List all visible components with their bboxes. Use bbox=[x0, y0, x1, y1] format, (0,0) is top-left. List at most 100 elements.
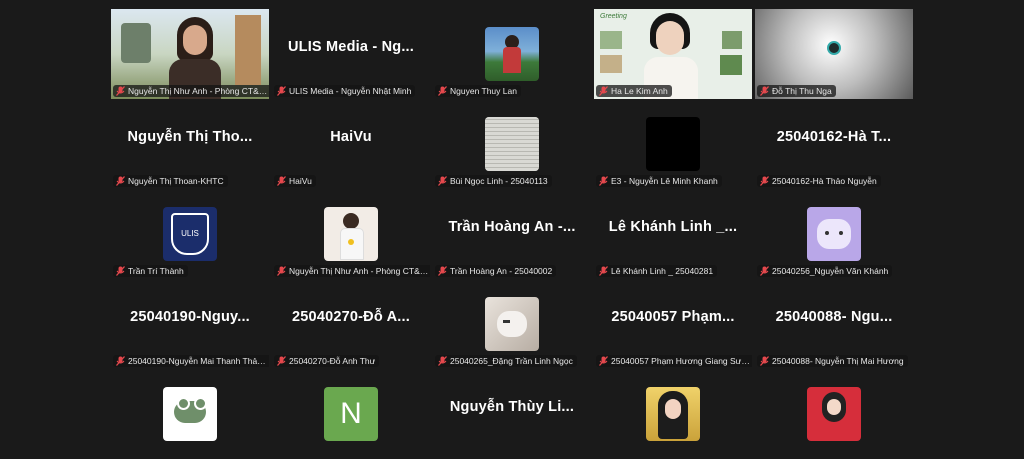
participant-label-text: Đỗ Thị Thu Nga bbox=[772, 86, 832, 96]
muted-mic-icon bbox=[760, 266, 769, 276]
avatar bbox=[163, 387, 217, 441]
participant-name-label: Nguyễn Thị Như Anh - Phòng CT&CT... bbox=[113, 85, 269, 97]
participant-name-label: Trần Trí Thành bbox=[113, 265, 188, 277]
participant-name-label: Lê Khánh Linh _ 25040281 bbox=[596, 265, 718, 277]
participant-label-text: Nguyễn Thị Như Anh - Phòng CT&CT... bbox=[128, 86, 268, 96]
participant-tile[interactable]: 25040270-Đỗ A... 25040270-Đỗ Anh Thư bbox=[272, 279, 430, 369]
avatar: N bbox=[324, 387, 378, 441]
participant-tile[interactable]: E3 - Nguyễn Lê Minh Khanh bbox=[594, 99, 752, 189]
participant-name-label: Nguyễn Thị Như Anh - Phòng CT&CT HS... bbox=[274, 265, 430, 277]
meeting-gallery-view: { "participants": [ {"display": "", "lab… bbox=[0, 0, 1024, 459]
muted-mic-icon bbox=[116, 356, 125, 366]
muted-mic-icon bbox=[438, 266, 447, 276]
muted-mic-icon bbox=[116, 86, 125, 96]
participant-name-label: 25040270-Đỗ Anh Thư bbox=[274, 355, 380, 367]
muted-mic-icon bbox=[599, 86, 608, 96]
participant-name-label: Ha Le Kim Anh bbox=[596, 85, 672, 97]
participant-label-text: 25040088- Nguyễn Thị Mai Hương bbox=[772, 356, 904, 366]
participant-label-text: ULIS Media - Nguyễn Nhật Minh bbox=[289, 86, 412, 96]
muted-mic-icon bbox=[277, 356, 286, 366]
participant-display-name: 25040270-Đỗ A... bbox=[292, 309, 410, 325]
muted-mic-icon bbox=[599, 266, 608, 276]
muted-mic-icon bbox=[277, 266, 286, 276]
avatar-letter: N bbox=[324, 387, 378, 441]
participant-name-label: 25040088- Nguyễn Thị Mai Hương bbox=[757, 355, 908, 367]
participant-tile[interactable]: Nguyễn Thị Như Anh - Phòng CT&CT... bbox=[111, 9, 269, 99]
participant-name-label: Đỗ Thị Thu Nga bbox=[757, 85, 836, 97]
participant-tile[interactable]: 25040256_Nguyễn Văn Khánh bbox=[755, 189, 913, 279]
participant-label-text: 25040270-Đỗ Anh Thư bbox=[289, 356, 376, 366]
avatar bbox=[646, 387, 700, 441]
avatar: ULIS bbox=[163, 207, 217, 261]
participant-label-text: 25040256_Nguyễn Văn Khánh bbox=[772, 266, 889, 276]
muted-mic-icon bbox=[760, 176, 769, 186]
avatar bbox=[324, 207, 378, 261]
muted-mic-icon bbox=[438, 356, 447, 366]
muted-mic-icon bbox=[599, 176, 608, 186]
muted-mic-icon bbox=[599, 356, 608, 366]
participant-label-text: Nguyễn Thị Thoan-KHTC bbox=[128, 176, 224, 186]
participant-label-text: HaiVu bbox=[289, 176, 312, 186]
participant-tile[interactable]: Nguyễn Thị Tho... Nguyễn Thị Thoan-KHTC bbox=[111, 99, 269, 189]
muted-mic-icon bbox=[438, 86, 447, 96]
avatar bbox=[485, 27, 539, 81]
avatar bbox=[485, 297, 539, 351]
avatar bbox=[807, 387, 861, 441]
participant-display-name: 25040190-Nguy... bbox=[130, 309, 250, 325]
participant-display-name: 25040162-Hà T... bbox=[776, 129, 892, 145]
participant-tile[interactable]: Trần Hoàng An -... Trần Hoàng An - 250400… bbox=[433, 189, 591, 279]
participant-name-label: ULIS Media - Nguyễn Nhật Minh bbox=[274, 85, 416, 97]
participant-name-label: Nguyễn Thị Thoan-KHTC bbox=[113, 175, 228, 187]
participant-label-text: Nguyễn Thị Như Anh - Phòng CT&CT HS... bbox=[289, 266, 429, 276]
participant-tile[interactable]: Nguyễn Thị Như Anh - Phòng CT&CT HS... bbox=[272, 189, 430, 279]
muted-mic-icon bbox=[116, 176, 125, 186]
participant-label-text: 25040162-Hà Thảo Nguyễn bbox=[772, 176, 877, 186]
participant-name-label: 25040057 Phạm Hương Giang Sư ph... bbox=[596, 355, 752, 367]
participant-display-name: HaiVu bbox=[330, 129, 372, 145]
muted-mic-icon bbox=[760, 356, 769, 366]
muted-mic-icon bbox=[760, 86, 769, 96]
participant-name-label: 25040256_Nguyễn Văn Khánh bbox=[757, 265, 893, 277]
participant-label-text: Ha Le Kim Anh bbox=[611, 86, 668, 96]
participant-name-label: Nguyen Thuy Lan bbox=[435, 85, 521, 97]
muted-mic-icon bbox=[277, 86, 286, 96]
participant-label-text: Trần Trí Thành bbox=[128, 266, 184, 276]
muted-mic-icon bbox=[438, 176, 447, 186]
participant-tile[interactable]: HaiVu HaiVu bbox=[272, 99, 430, 189]
participant-label-text: Nguyen Thuy Lan bbox=[450, 86, 517, 96]
participant-label-text: 25040057 Phạm Hương Giang Sư ph... bbox=[611, 356, 751, 366]
participant-name-label: 25040162-Hà Thảo Nguyễn bbox=[757, 175, 881, 187]
participant-label-text: E3 - Nguyễn Lê Minh Khanh bbox=[611, 176, 718, 186]
participant-display-name: Lê Khánh Linh _... bbox=[608, 219, 738, 235]
participant-label-text: 25040190-Nguyễn Mai Thanh Thảo-... bbox=[128, 356, 268, 366]
avatar bbox=[485, 117, 539, 171]
participant-label-text: Trần Hoàng An - 25040002 bbox=[450, 266, 553, 276]
participant-tile[interactable]: 25040057 Phạm... 25040057 Phạm Hương Gian… bbox=[594, 279, 752, 369]
participant-display-name: 25040088- Ngu... bbox=[775, 309, 893, 325]
participant-tile[interactable]: ULIS Media - Ng... ULIS Media - Nguyễn Nh… bbox=[272, 9, 430, 99]
participant-tile[interactable]: Nguyen Thuy Lan bbox=[433, 9, 591, 99]
participant-tile[interactable]: 25040265_Đặng Trần Linh Ngọc bbox=[433, 279, 591, 369]
participant-label-text: 25040265_Đặng Trần Linh Ngọc bbox=[450, 356, 573, 366]
participant-tile[interactable]: ULIS Trần Trí Thành bbox=[111, 189, 269, 279]
participant-tile[interactable]: Đỗ Thị Thu Nga bbox=[755, 9, 913, 99]
participant-display-name: Nguyễn Thùy Li... bbox=[449, 399, 575, 415]
participant-name-label: Trần Hoàng An - 25040002 bbox=[435, 265, 557, 277]
participant-tile[interactable]: 25040088- Ngu... 25040088- Nguyễn Thị Mai… bbox=[755, 279, 913, 369]
avatar bbox=[807, 207, 861, 261]
participant-tile[interactable]: Lê Khánh Linh _... Lê Khánh Linh _ 250402… bbox=[594, 189, 752, 279]
participant-tile[interactable]: 25040162-Hà T... 25040162-Hà Thảo Nguyễn bbox=[755, 99, 913, 189]
participant-label-text: Bùi Ngọc Linh - 25040113 bbox=[450, 176, 548, 186]
participant-display-name: 25040057 Phạm... bbox=[611, 309, 735, 325]
participant-tile[interactable]: 25040190-Nguy... 25040190-Nguyễn Mai Than… bbox=[111, 279, 269, 369]
muted-mic-icon bbox=[116, 266, 125, 276]
participant-tile[interactable]: Bùi Ngọc Linh - 25040113 bbox=[433, 99, 591, 189]
muted-mic-icon bbox=[277, 176, 286, 186]
participant-tile[interactable]: Greeting Ha Le Kim Anh bbox=[594, 9, 752, 99]
participant-display-name: Trần Hoàng An -... bbox=[448, 219, 576, 235]
participant-name-label: 25040190-Nguyễn Mai Thanh Thảo-... bbox=[113, 355, 269, 367]
participant-grid: Nguyễn Thị Như Anh - Phòng CT&CT... ULIS … bbox=[111, 9, 913, 459]
participant-label-text: Lê Khánh Linh _ 25040281 bbox=[611, 266, 714, 276]
participant-display-name: Nguyễn Thị Tho... bbox=[127, 129, 253, 145]
avatar bbox=[646, 117, 700, 171]
